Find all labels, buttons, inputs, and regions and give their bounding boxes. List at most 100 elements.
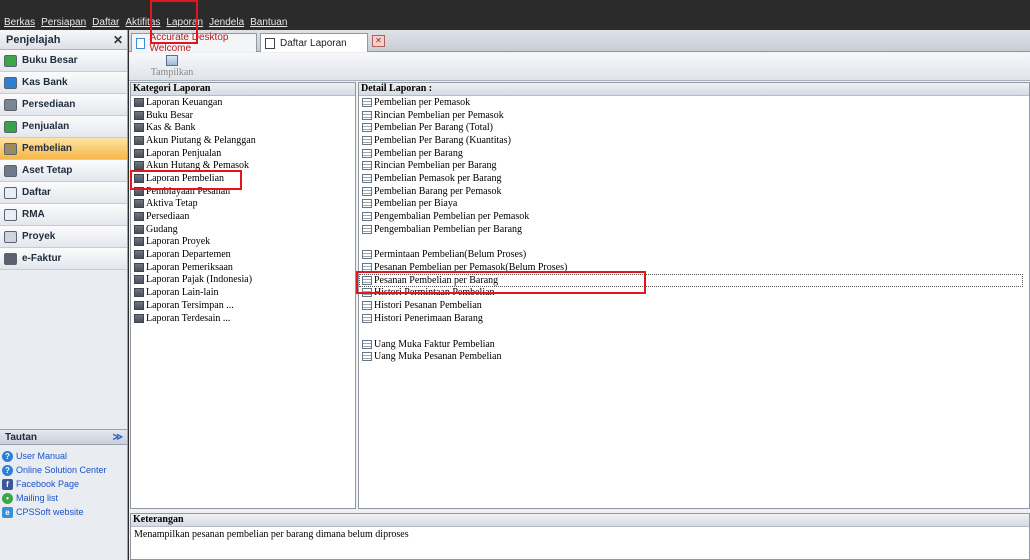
tampilkan-button[interactable]: Tampilkan xyxy=(149,55,195,78)
kategori-item[interactable]: Akun Hutang & Pemasok xyxy=(131,159,355,172)
tab-strip: Accurate Desktop Welcome Daftar Laporan … xyxy=(129,30,1030,54)
menu-aktifitas[interactable]: Aktifitas xyxy=(125,17,160,28)
detail-item[interactable]: Pembelian per Biaya xyxy=(359,198,1029,211)
tab-daftar-laporan[interactable]: Daftar Laporan xyxy=(260,33,368,52)
detail-item-label: Pembelian per Biaya xyxy=(374,198,458,210)
detail-item-label: Rincian Pembelian per Pemasok xyxy=(374,109,504,121)
kategori-item[interactable]: Laporan Pembelian xyxy=(131,172,355,185)
kategori-item[interactable]: Pembiayaan Pesanan xyxy=(131,185,355,198)
report-folder-icon xyxy=(134,186,144,196)
help-icon: ? xyxy=(2,464,13,476)
detail-item-label: Pembelian Pemasok per Barang xyxy=(374,172,502,184)
kategori-item[interactable]: Laporan Pemeriksaan xyxy=(131,261,355,274)
menu-persiapan[interactable]: Persiapan xyxy=(41,17,86,28)
tautan-header[interactable]: Tautan ≫ xyxy=(0,429,127,445)
page-icon xyxy=(265,37,275,49)
people-icon: • xyxy=(2,492,13,504)
kategori-item-label: Laporan Pemeriksaan xyxy=(146,261,233,273)
nav-item-pembelian[interactable]: Pembelian xyxy=(0,138,127,160)
tautan-link[interactable]: ? Online Solution Center xyxy=(2,463,126,477)
explorer-panel: Penjelajah ✕ Buku Besar Kas Bank Persediaa… xyxy=(0,30,128,560)
detail-item-label: Histori Pesanan Pembelian xyxy=(374,300,482,312)
chevron-down-icon[interactable]: ≫ xyxy=(113,432,123,443)
tautan-link[interactable]: • Mailing list xyxy=(2,491,126,505)
detail-item[interactable]: Histori Pesanan Pembelian xyxy=(359,299,1029,312)
home-icon xyxy=(4,164,17,177)
detail-item[interactable]: Pembelian per Barang xyxy=(359,147,1029,160)
report-doc-icon xyxy=(362,97,372,107)
tautan-links: ? User Manual? Online Solution Center f Face… xyxy=(2,449,126,519)
detail-item-label: Histori Permintaan Pembelian xyxy=(374,287,495,299)
kategori-item[interactable]: Laporan Penjualan xyxy=(131,147,355,160)
detail-item[interactable]: Pembelian per Pemasok xyxy=(359,96,1029,109)
detail-item[interactable]: Pembelian Pemasok per Barang xyxy=(359,172,1029,185)
menu-jendela[interactable]: Jendela xyxy=(209,17,244,28)
detail-item-label: Pesanan Pembelian per Pemasok(Belum Pros… xyxy=(374,262,568,274)
nav-item-rma[interactable]: RMA xyxy=(0,204,127,226)
tab-welcome[interactable]: Accurate Desktop Welcome xyxy=(131,32,257,54)
detail-item-label: Histori Penerimaan Barang xyxy=(374,312,483,324)
nav-item-proyek[interactable]: Proyek xyxy=(0,226,127,248)
list-icon xyxy=(4,186,17,199)
tautan-link[interactable]: f Facebook Page xyxy=(2,477,126,491)
detail-item[interactable]: Pengembalian Pembelian per Pemasok xyxy=(359,210,1029,223)
kategori-item[interactable]: Gudang xyxy=(131,223,355,236)
menu-daftar[interactable]: Daftar xyxy=(92,17,119,28)
kategori-item[interactable]: Persediaan xyxy=(131,210,355,223)
nav-item-buku-besar[interactable]: Buku Besar xyxy=(0,50,127,72)
nav-item-persediaan[interactable]: Persediaan xyxy=(0,94,127,116)
kategori-item[interactable]: Buku Besar xyxy=(131,109,355,122)
kategori-item[interactable]: Laporan Terdesain ... xyxy=(131,312,355,325)
tautan-link[interactable]: e CPSSoft website xyxy=(2,505,126,519)
detail-item-label: Pembelian per Barang xyxy=(374,147,463,159)
nav-item-label: Persediaan xyxy=(22,99,76,110)
nav-item-daftar[interactable]: Daftar xyxy=(0,182,127,204)
detail-item[interactable]: Uang Muka Pesanan Pembelian xyxy=(359,350,1029,363)
nav-item-label: RMA xyxy=(22,209,45,220)
detail-item[interactable]: Rincian Pembelian per Pemasok xyxy=(359,109,1029,122)
explorer-title: Penjelajah xyxy=(6,33,61,46)
menu-laporan[interactable]: Laporan xyxy=(166,17,203,28)
nav-item-penjualan[interactable]: Penjualan xyxy=(0,116,127,138)
kategori-item[interactable]: Laporan Proyek xyxy=(131,236,355,249)
tautan-link[interactable]: ? User Manual xyxy=(2,449,126,463)
detail-item[interactable]: Permintaan Pembelian(Belum Proses) xyxy=(359,249,1029,262)
kategori-item[interactable]: Laporan Keuangan xyxy=(131,96,355,109)
tab-close-icon[interactable]: ✕ xyxy=(372,35,385,47)
kategori-item[interactable]: Laporan Tersimpan ... xyxy=(131,299,355,312)
detail-item[interactable]: Histori Penerimaan Barang xyxy=(359,312,1029,325)
kategori-item-label: Laporan Tersimpan ... xyxy=(146,299,234,311)
report-doc-icon xyxy=(362,224,372,234)
kategori-list: Laporan Keuangan Buku Besar Kas & Bank Akun… xyxy=(131,96,355,324)
nav-item-label: Proyek xyxy=(22,231,56,242)
close-icon[interactable]: ✕ xyxy=(113,33,123,47)
detail-item[interactable]: Pembelian Per Barang (Kuantitas) xyxy=(359,134,1029,147)
kategori-item[interactable]: Laporan Lain-lain xyxy=(131,286,355,299)
report-folder-icon xyxy=(134,148,144,158)
report-doc-icon xyxy=(362,313,372,323)
detail-item[interactable]: Pesanan Pembelian per Barang xyxy=(359,273,1023,287)
nav-item-label: Kas Bank xyxy=(22,77,68,88)
nav-item-aset-tetap[interactable]: Aset Tetap xyxy=(0,160,127,182)
detail-item[interactable]: Histori Permintaan Pembelian xyxy=(359,287,1029,300)
kategori-item[interactable]: Kas & Bank xyxy=(131,121,355,134)
detail-item[interactable]: Pengembalian Pembelian per Barang xyxy=(359,223,1029,236)
menu-bantuan[interactable]: Bantuan xyxy=(250,17,287,28)
detail-item[interactable]: Pembelian Per Barang (Total) xyxy=(359,121,1029,134)
kategori-item[interactable]: Laporan Pajak (Indonesia) xyxy=(131,274,355,287)
detail-header: Detail Laporan : xyxy=(359,83,1029,96)
detail-item[interactable]: Pembelian Barang per Pemasok xyxy=(359,185,1029,198)
menu-berkas[interactable]: Berkas xyxy=(4,17,35,28)
nav-item-e-faktur[interactable]: e-Faktur xyxy=(0,248,127,270)
kategori-item[interactable]: Laporan Departemen xyxy=(131,248,355,261)
kategori-item[interactable]: Aktiva Tetap xyxy=(131,198,355,211)
kategori-item[interactable]: Akun Piutang & Pelanggan xyxy=(131,134,355,147)
nav-item-kas-bank[interactable]: Kas Bank xyxy=(0,72,127,94)
tautan-link-label: User Manual xyxy=(16,451,68,461)
detail-item[interactable]: Rincian Pembelian per Barang xyxy=(359,159,1029,172)
kategori-panel: Kategori Laporan Laporan Keuangan Buku Be… xyxy=(130,82,356,509)
detail-item[interactable]: Pesanan Pembelian per Pemasok(Belum Pros… xyxy=(359,261,1029,274)
detail-item[interactable]: Uang Muka Faktur Pembelian xyxy=(359,338,1029,351)
report-doc-icon xyxy=(362,339,372,349)
kategori-item-label: Laporan Pajak (Indonesia) xyxy=(146,274,253,286)
